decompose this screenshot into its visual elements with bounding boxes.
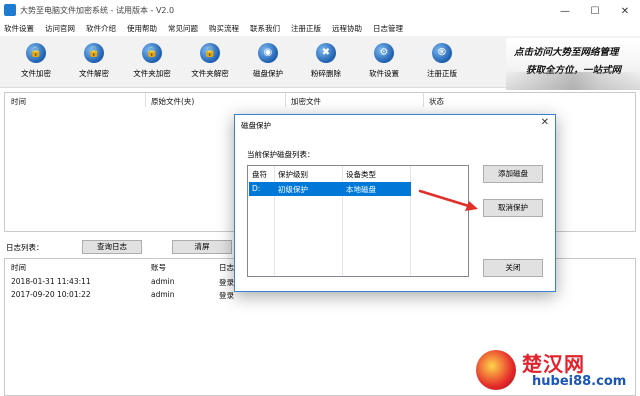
disk-column-type[interactable]: 设备类型 (346, 169, 376, 180)
watermark-text: 楚汉网 (522, 352, 585, 376)
column-original-file[interactable]: 原始文件(夹) (151, 96, 194, 107)
disk-drive-cell: D: (252, 184, 261, 193)
menu-bar: 软件设置 访问官网 软件介绍 使用帮助 常见问题 购买流程 联系我们 注册正版 … (0, 22, 640, 36)
folder-decrypt-icon: 🔓 (200, 43, 220, 63)
disk-column-drive[interactable]: 盘符 (252, 169, 267, 180)
annotation-arrow-icon (418, 189, 478, 211)
file-encrypt-button[interactable]: 🔒 文件加密 (8, 40, 64, 84)
title-bar: 大势至电脑文件加密系统 - 试用版本 - V2.0 — ☐ ✕ (0, 0, 640, 22)
file-decrypt-icon: 🔓 (84, 43, 104, 63)
log-row-message: 登录 (219, 291, 234, 300)
watermark-url: hubei88.com (532, 374, 627, 389)
maximize-icon[interactable]: ☐ (580, 0, 610, 22)
gear-icon: ⚙ (374, 43, 394, 63)
column-time[interactable]: 时间 (11, 96, 26, 107)
promo-banner[interactable]: 点击访问大势至网络管理 获取全方位，一站式网 (506, 38, 640, 90)
disk-protect-icon: ◉ (258, 43, 278, 63)
software-settings-button[interactable]: ⚙ 软件设置 (356, 40, 412, 84)
protected-disk-list[interactable]: 盘符 保护级别 设备类型 D: 初级保护 本地磁盘 (247, 165, 469, 277)
dialog-close-icon[interactable]: ✕ (541, 117, 549, 128)
folder-encrypt-label: 文件夹加密 (133, 69, 171, 78)
cancel-protection-button[interactable]: 取消保护 (483, 199, 543, 217)
menu-contact[interactable]: 联系我们 (250, 22, 280, 36)
disk-column-level[interactable]: 保护级别 (278, 169, 308, 180)
log-row-time: 2017-09-20 10:01:22 (11, 290, 91, 299)
register-label: 注册正版 (427, 69, 457, 78)
banner-line-1: 点击访问大势至网络管理 (514, 47, 619, 58)
log-list-label: 日志列表： (6, 243, 44, 252)
folder-decrypt-button[interactable]: 🔓 文件夹解密 (182, 40, 238, 84)
menu-remote-assist[interactable]: 远程协助 (332, 22, 362, 36)
disk-protect-label: 磁盘保护 (253, 69, 283, 78)
dialog-close-button[interactable]: 关闭 (483, 259, 543, 277)
file-decrypt-button[interactable]: 🔓 文件解密 (66, 40, 122, 84)
register-icon: ® (432, 43, 452, 63)
menu-faq[interactable]: 常见问题 (168, 22, 198, 36)
dialog-title: 磁盘保护 (241, 121, 271, 130)
disk-row-selected[interactable]: D: 初级保护 本地磁盘 (249, 182, 411, 196)
folder-encrypt-icon: 🔒 (142, 43, 162, 63)
disk-level-cell: 初级保护 (278, 185, 308, 194)
log-row-time: 2018-01-31 11:43:11 (11, 277, 91, 286)
menu-visit-site[interactable]: 访问官网 (45, 22, 75, 36)
log-row-account: admin (151, 290, 175, 299)
register-button[interactable]: ® 注册正版 (414, 40, 470, 84)
column-divider (423, 93, 424, 107)
query-log-button[interactable]: 查询日志 (82, 240, 142, 254)
log-column-log[interactable]: 日志 (219, 262, 234, 273)
protected-disk-list-label: 当前保护磁盘列表： (247, 150, 315, 159)
menu-log-manage[interactable]: 日志管理 (373, 22, 403, 36)
menu-software-settings[interactable]: 软件设置 (4, 22, 34, 36)
menu-help[interactable]: 使用帮助 (127, 22, 157, 36)
close-icon[interactable]: ✕ (610, 0, 640, 22)
menu-register[interactable]: 注册正版 (291, 22, 321, 36)
watermark-logo-icon (476, 350, 516, 390)
banner-ink-decoration (506, 72, 640, 90)
log-row-message: 登录 (219, 278, 234, 287)
column-encrypted-file[interactable]: 加密文件 (291, 96, 321, 107)
add-disk-button[interactable]: 添加磁盘 (483, 165, 543, 183)
shred-delete-button[interactable]: ✖ 粉碎删除 (298, 40, 354, 84)
shred-delete-label: 粉碎删除 (311, 69, 341, 78)
disk-protect-button[interactable]: ◉ 磁盘保护 (240, 40, 296, 84)
window-title: 大势至电脑文件加密系统 - 试用版本 - V2.0 (20, 6, 175, 15)
log-column-time[interactable]: 时间 (11, 262, 26, 273)
log-row-account: admin (151, 277, 175, 286)
log-column-account[interactable]: 账号 (151, 262, 166, 273)
menu-purchase[interactable]: 购买流程 (209, 22, 239, 36)
column-status[interactable]: 状态 (429, 96, 444, 107)
column-divider (145, 93, 146, 107)
disk-type-cell: 本地磁盘 (346, 185, 376, 194)
disk-protect-dialog: 磁盘保护 ✕ 当前保护磁盘列表： 盘符 保护级别 设备类型 D: 初级保护 本地… (234, 114, 556, 292)
folder-decrypt-label: 文件夹解密 (191, 69, 229, 78)
software-settings-label: 软件设置 (369, 69, 399, 78)
file-decrypt-label: 文件解密 (79, 69, 109, 78)
site-watermark: 楚汉网 hubei88.com (476, 348, 640, 396)
file-encrypt-label: 文件加密 (21, 69, 51, 78)
app-icon (4, 4, 16, 16)
column-divider (285, 93, 286, 107)
clear-screen-button[interactable]: 清屏 (172, 240, 232, 254)
menu-software-intro[interactable]: 软件介绍 (86, 22, 116, 36)
folder-encrypt-button[interactable]: 🔒 文件夹加密 (124, 40, 180, 84)
minimize-icon[interactable]: — (550, 0, 580, 22)
shred-delete-icon: ✖ (316, 43, 336, 63)
file-encrypt-icon: 🔒 (26, 43, 46, 63)
